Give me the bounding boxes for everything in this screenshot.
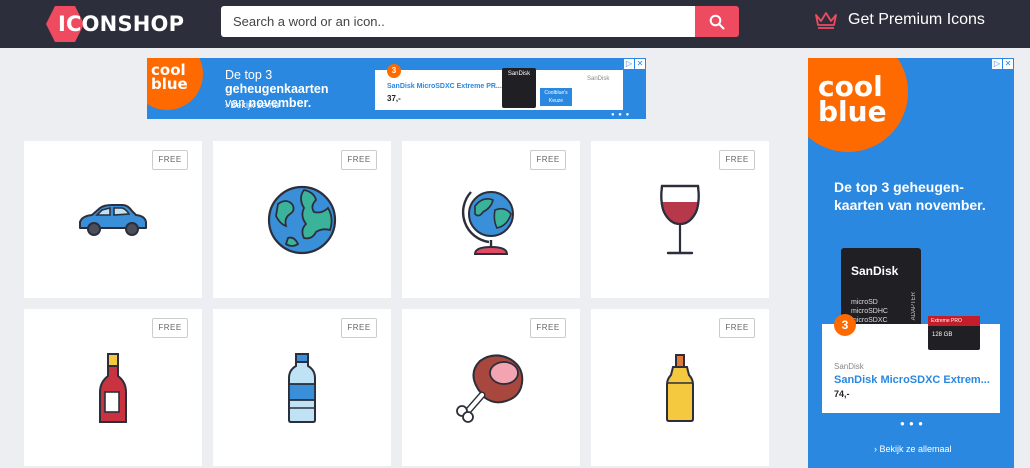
carousel-dots[interactable]: ● ● ● [611, 112, 630, 118]
ad-choices[interactable]: ▷ ✕ [624, 59, 645, 69]
top-ad-banner[interactable]: cool blue De top 3 geheugenkaarten van n… [147, 58, 646, 119]
coolblue-logo: cool blue [808, 58, 908, 152]
free-badge: FREE [719, 318, 755, 338]
icon-card-ham[interactable]: FREE [402, 309, 580, 466]
ad-cta-link[interactable]: › Bekijk ze nu [225, 100, 279, 110]
crown-icon [815, 12, 837, 29]
coolblue-logo: cool blue [147, 58, 203, 110]
ad-cta-link[interactable]: › Bekijk ze allemaal [874, 444, 952, 454]
ad-product-name[interactable]: SanDisk MicroSDXC Extreme PR... [387, 83, 502, 90]
close-icon[interactable]: ✕ [1003, 59, 1013, 69]
free-badge: FREE [341, 150, 377, 170]
search-button[interactable] [695, 6, 739, 37]
top-navbar: ICONSHOP Get Premium Icons [0, 0, 1030, 48]
sd-card-formats: microSD microSDHC microSDXC [851, 299, 888, 324]
ham-icon [456, 354, 524, 423]
rank-badge: 3 [834, 314, 856, 336]
mustard-bottle-icon [666, 353, 694, 422]
free-badge: FREE [341, 318, 377, 338]
free-badge: FREE [719, 150, 755, 170]
icon-card-wine-bottle[interactable]: FREE [24, 309, 202, 466]
search-bar [221, 6, 739, 37]
logo-text: ICONSHOP [58, 12, 185, 36]
icon-card-wine-glass[interactable]: FREE [591, 141, 769, 298]
wine-glass-icon [660, 184, 700, 254]
ad-product-price: 37,- [387, 94, 401, 103]
micro-sd-image: Extreme PRO 128 GB [928, 316, 980, 350]
iconshop-logo[interactable]: ICONSHOP [46, 6, 184, 42]
sd-card-image: SanDisk [502, 68, 536, 108]
premium-label: Get Premium Icons [848, 11, 985, 28]
search-icon [709, 14, 725, 29]
ad-brand-small: SanDisk [587, 76, 610, 82]
icon-card-water-bottle[interactable]: FREE [213, 309, 391, 466]
ad-headline: De top 3 geheugen-kaarten van november. [834, 179, 986, 213]
water-bottle-icon [288, 352, 316, 423]
carousel-dots[interactable]: ● ● ● [900, 419, 924, 428]
adchoices-icon[interactable]: ▷ [992, 59, 1002, 69]
premium-link[interactable]: Get Premium Icons [814, 11, 985, 29]
ad-product-price: 74,- [834, 389, 850, 399]
earth-icon [267, 185, 337, 254]
adchoices-icon[interactable]: ▷ [624, 59, 634, 69]
ad-product-name[interactable]: SanDisk MicroSDXC Extrem... [834, 374, 990, 386]
car-icon [79, 203, 147, 236]
ad-product-card[interactable] [375, 70, 623, 110]
free-badge: FREE [152, 150, 188, 170]
globe-icon [461, 190, 514, 255]
search-input[interactable] [221, 6, 695, 37]
ad-choices[interactable]: ▷ ✕ [992, 59, 1013, 69]
close-icon[interactable]: ✕ [635, 59, 645, 69]
adapter-label: ADAPTER [911, 292, 917, 321]
rank-badge: 3 [387, 64, 401, 78]
icon-card-mustard-bottle[interactable]: FREE [591, 309, 769, 466]
wine-bottle-icon [99, 352, 127, 423]
free-badge: FREE [152, 318, 188, 338]
free-badge: FREE [530, 150, 566, 170]
free-badge: FREE [530, 318, 566, 338]
keuze-badge: Coolblue's Keuze [540, 88, 572, 106]
ad-brand-small: SanDisk [834, 362, 864, 371]
side-ad-banner[interactable]: cool blue De top 3 geheugen-kaarten van … [808, 58, 1014, 468]
icon-card-globe[interactable]: FREE [402, 141, 580, 298]
icon-card-car[interactable]: FREE [24, 141, 202, 298]
icon-card-earth[interactable]: FREE [213, 141, 391, 298]
